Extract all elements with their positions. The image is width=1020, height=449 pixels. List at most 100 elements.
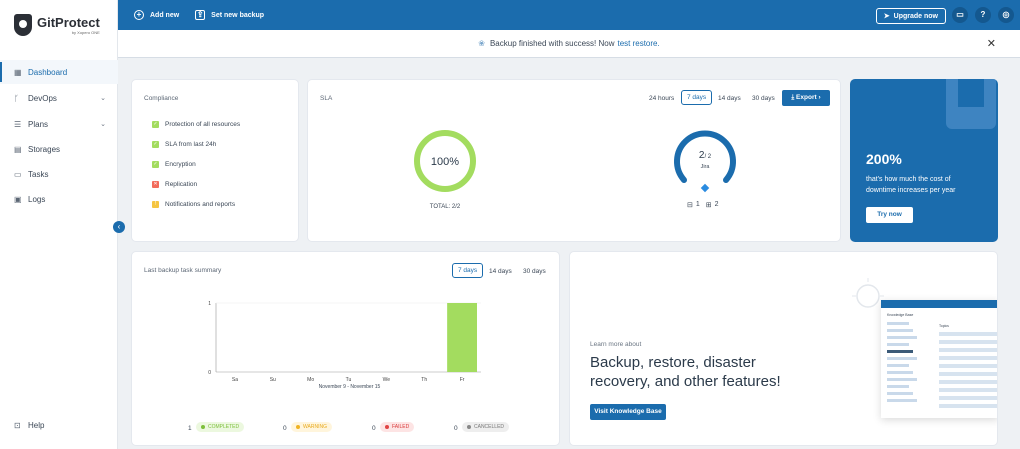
close-icon[interactable]: ✕: [987, 37, 996, 50]
test-restore-link[interactable]: test restore.: [617, 39, 659, 48]
warning-count: 0: [283, 425, 287, 432]
jira-count: 2/ 2: [698, 150, 712, 161]
summary-range-14-days[interactable]: 14 days: [484, 265, 517, 278]
mockup-line: [887, 336, 917, 339]
kb-mockup: Knowledge Base Topics: [881, 300, 997, 418]
compliance-item-label: Notifications and reports: [165, 201, 236, 208]
check-ok-icon: ✓: [152, 121, 159, 128]
try-now-button[interactable]: Try now: [866, 207, 913, 223]
sla-total: TOTAL: 2/2: [429, 204, 461, 210]
brand-sub: by Xopero ONE: [71, 29, 100, 35]
sla-percent-value: 100%: [430, 156, 460, 168]
grid-icon: ▦: [14, 67, 22, 77]
sidebar-item-logs[interactable]: ▣ Logs: [0, 187, 118, 211]
mockup-line: [887, 371, 913, 374]
visit-knowledge-base-button[interactable]: Visit Knowledge Base: [590, 404, 666, 420]
y-tick-label: 1: [208, 301, 211, 307]
sidebar-item-dashboard[interactable]: ▦ Dashboard: [0, 60, 118, 84]
compliance-item: ✓ Protection of all resources: [152, 121, 240, 128]
backup-icon: ⇪: [195, 10, 206, 20]
compliance-item-label: Protection of all resources: [165, 121, 241, 128]
x-tick-label: We: [383, 377, 391, 383]
x-tick-label: Sa: [232, 377, 238, 383]
kb-small-text: Learn more about: [590, 341, 642, 348]
mockup-line: [887, 343, 909, 346]
list-icon: ☰: [14, 119, 22, 129]
export-button[interactable]: ⤓ Export ›: [782, 90, 830, 106]
x-tick-label: Th: [421, 377, 427, 383]
promo-percent: 200%: [866, 151, 902, 167]
mockup-line: [887, 364, 909, 367]
mockup-line: [887, 322, 909, 325]
mockup-left-title: Knowledge Base: [887, 313, 914, 317]
mockup-line: [887, 378, 917, 381]
sidebar-item-tasks[interactable]: ▭ Tasks: [0, 162, 118, 186]
mockup-line: [939, 340, 997, 344]
help-icon: ⊡: [14, 420, 21, 430]
summary-range-7-days[interactable]: 7 days: [452, 263, 484, 278]
warning-badge: WARNING: [291, 422, 332, 432]
compliance-item-label: Replication: [165, 181, 198, 188]
completed-count: 1: [188, 425, 192, 432]
x-tick-label: Tu: [346, 377, 352, 383]
user-icon[interactable]: ◎: [998, 7, 1014, 23]
mockup-line: [939, 388, 997, 392]
sidebar-item-devops[interactable]: ᚴ DevOps ⌄: [0, 86, 118, 110]
status-dot: [385, 425, 389, 429]
collapse-sidebar-button[interactable]: ‹: [113, 221, 125, 233]
success-icon: ❀: [478, 39, 485, 48]
upgrade-now-button[interactable]: ➤ Upgrade now: [875, 8, 946, 24]
sla-title: SLA: [320, 95, 333, 102]
range-7-days[interactable]: 7 days: [681, 90, 713, 105]
branch-icon: ᚴ: [14, 93, 19, 103]
repo-icon: ⊟: [687, 202, 693, 209]
range-24-hours[interactable]: 24 hours: [644, 92, 679, 105]
promo-card: 200% that's how much the cost of downtim…: [850, 79, 998, 242]
check-ok-icon: ✓: [152, 161, 159, 168]
compliance-item-label: Encryption: [165, 161, 196, 168]
mockup-line: [887, 350, 913, 353]
mockup-line: [939, 380, 997, 384]
summary-range-30-days[interactable]: 30 days: [518, 265, 551, 278]
mockup-line: [939, 364, 997, 368]
mockup-line: [939, 396, 997, 400]
mockup-line: [939, 356, 997, 360]
account-switch-icon[interactable]: ▭: [952, 7, 968, 23]
cancelled-count: 0: [454, 425, 458, 432]
compliance-list: ✓ Protection of all resources ✓ SLA from la…: [152, 121, 240, 221]
backup-summary-chart: 0 1 Sa Su Mo Tu We Th Fr: [208, 301, 481, 383]
add-new-button[interactable]: + Add new: [134, 10, 179, 20]
set-new-backup-button[interactable]: ⇪ Set new backup: [195, 10, 264, 20]
plus-icon: +: [134, 10, 144, 20]
sla-card: SLA 24 hours 7 days 14 days 30 days ⤓ Ex…: [307, 79, 841, 242]
mockup-line: [887, 385, 909, 388]
sidebar-item-help[interactable]: ⊡ Help: [0, 413, 118, 437]
brand-name: GitProtect: [37, 14, 100, 30]
compliance-item: ✓ Encryption: [152, 161, 240, 168]
logo[interactable]: GitProtect by Xopero ONE: [14, 14, 100, 36]
logs-icon: ▣: [14, 194, 22, 204]
notification-banner: ❀ Backup finished with success! Now test…: [118, 30, 1020, 58]
help-circle-icon[interactable]: ?: [975, 7, 991, 23]
compliance-item: ! Notifications and reports: [152, 201, 240, 208]
mockup-line: [887, 399, 917, 402]
mockup-line: [939, 332, 997, 336]
range-14-days[interactable]: 14 days: [713, 92, 746, 105]
chart-bar: [447, 303, 477, 372]
jira-gauge: [674, 130, 736, 193]
chevron-down-icon: ⌄: [100, 121, 106, 128]
topbar: + Add new ⇪ Set new backup ➤ Upgrade now ▭ …: [118, 0, 1020, 30]
compliance-item-label: SLA from last 24h: [165, 141, 217, 148]
sidebar-item-plans[interactable]: ☰ Plans ⌄: [0, 112, 118, 136]
tasks-icon: ▭: [14, 169, 22, 179]
completed-badge: COMPLETED: [196, 422, 245, 432]
sidebar-item-storages[interactable]: ▤ Storages: [0, 137, 118, 161]
compliance-item: ✓ SLA from last 24h: [152, 141, 240, 148]
range-30-days[interactable]: 30 days: [747, 92, 780, 105]
mockup-line: [887, 392, 913, 395]
cancelled-badge: CANCELLED: [462, 422, 510, 432]
mockup-line: [939, 404, 997, 408]
check-warn-icon: !: [152, 201, 159, 208]
knowledge-card: Learn more about Backup, restore, disast…: [569, 251, 998, 446]
mockup-header: [881, 300, 997, 308]
